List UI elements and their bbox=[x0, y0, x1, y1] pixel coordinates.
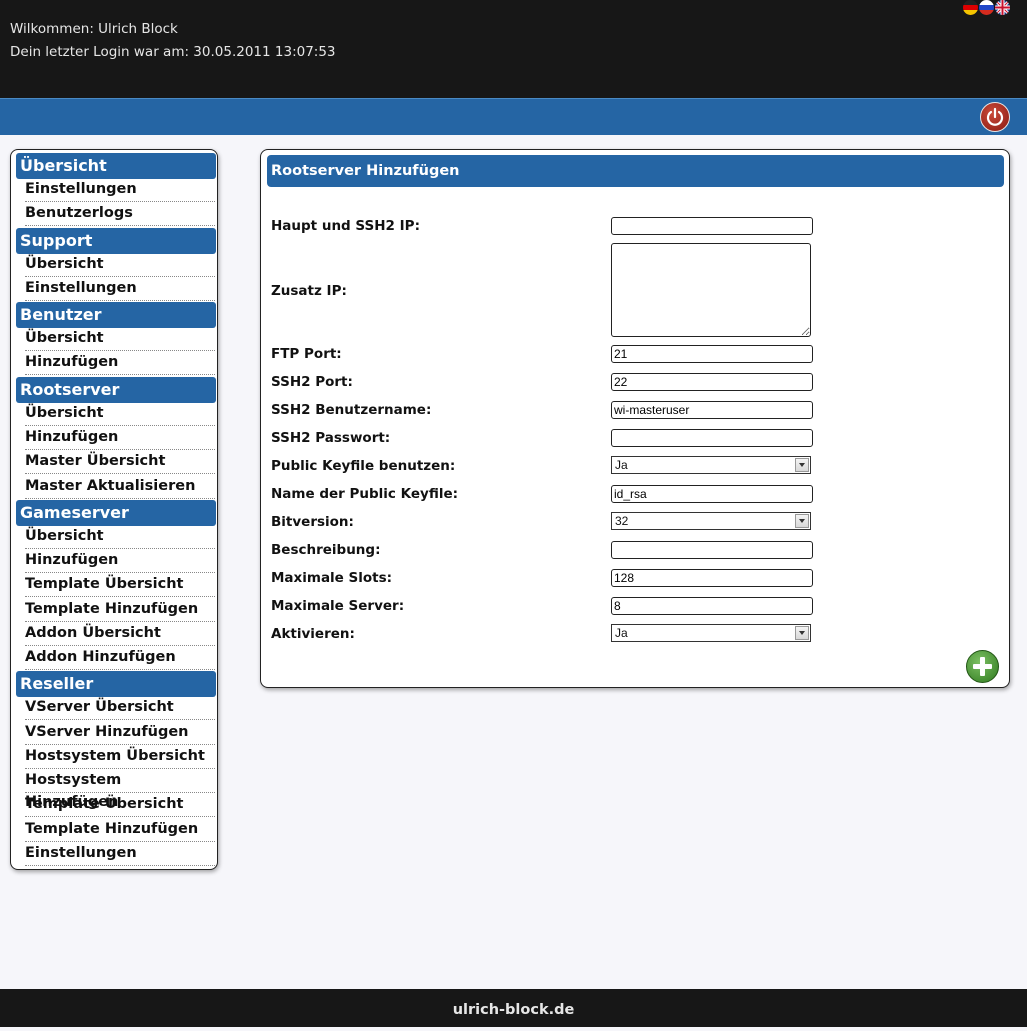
sidebar-item[interactable]: Einstellungen bbox=[25, 277, 215, 301]
nav-heading[interactable]: Benutzer bbox=[16, 302, 216, 328]
field-label: SSH2 Benutzername: bbox=[271, 402, 432, 418]
sidebar-item[interactable]: VServer Übersicht bbox=[25, 696, 215, 720]
field-label: SSH2 Passwort: bbox=[271, 430, 391, 446]
field-label: Public Keyfile benutzen: bbox=[271, 458, 456, 474]
add-icon[interactable] bbox=[966, 650, 999, 683]
sidebar-item[interactable]: Hostsystem Übersicht bbox=[25, 745, 215, 769]
footer: ulrich-block.de bbox=[0, 989, 1027, 1027]
select-value: Ja bbox=[615, 458, 628, 472]
chevron-down-icon[interactable] bbox=[795, 514, 809, 528]
field-input[interactable] bbox=[611, 485, 813, 503]
field-input[interactable] bbox=[611, 401, 813, 419]
sidebar-nav: Übersicht Einstellungen Benutzerlogs Suppor… bbox=[10, 149, 218, 870]
field-select[interactable]: Ja bbox=[611, 456, 811, 474]
ru-flag-icon[interactable] bbox=[979, 0, 994, 15]
field-input[interactable] bbox=[611, 597, 813, 615]
sidebar-item[interactable]: Einstellungen bbox=[25, 842, 215, 866]
field-input[interactable] bbox=[611, 541, 813, 559]
nav-heading[interactable]: Support bbox=[16, 228, 216, 254]
sidebar-item[interactable]: Übersicht bbox=[25, 402, 215, 426]
sidebar-item[interactable]: Hinzufügen bbox=[25, 351, 215, 375]
last-login-text: Dein letzter Login war am: 30.05.2011 13… bbox=[10, 44, 336, 60]
field-label: Bitversion: bbox=[271, 514, 354, 530]
zusatz-ip-textarea[interactable] bbox=[611, 243, 811, 337]
field-label: Name der Public Keyfile: bbox=[271, 486, 459, 502]
field-label: FTP Port: bbox=[271, 346, 342, 362]
sidebar-item[interactable]: Übersicht bbox=[25, 253, 215, 277]
sidebar-item[interactable]: Template Hinzufügen bbox=[25, 818, 215, 842]
welcome-text: Wilkommen: Ulrich Block bbox=[10, 21, 178, 37]
form-panel: Rootserver Hinzufügen Haupt und SSH2 IP:… bbox=[260, 149, 1010, 688]
field-select[interactable]: Ja bbox=[611, 624, 811, 642]
top-bar: Wilkommen: Ulrich Block Dein letzter Log… bbox=[0, 0, 1027, 98]
field-input[interactable] bbox=[611, 345, 813, 363]
field-label: Haupt und SSH2 IP: bbox=[271, 218, 420, 234]
sidebar-item[interactable]: Master Aktualisieren bbox=[25, 475, 215, 499]
field-select[interactable]: 32 bbox=[611, 512, 811, 530]
form-title: Rootserver Hinzufügen bbox=[267, 155, 1004, 187]
uk-flag-icon[interactable] bbox=[995, 0, 1010, 15]
sidebar-item[interactable]: Template Hinzufügen bbox=[25, 598, 215, 622]
field-input[interactable] bbox=[611, 429, 813, 447]
field-input[interactable] bbox=[611, 569, 813, 587]
footer-text: ulrich-block.de bbox=[452, 1002, 575, 1018]
field-label: Aktivieren: bbox=[271, 626, 355, 642]
sidebar-item[interactable]: Übersicht bbox=[25, 327, 215, 351]
field-input[interactable] bbox=[611, 217, 813, 235]
de-flag-icon[interactable] bbox=[963, 0, 978, 15]
sidebar-item[interactable]: Template Übersicht bbox=[25, 573, 215, 597]
toolbar bbox=[0, 98, 1027, 135]
sidebar-item[interactable]: Hostsystem Hinzufügen bbox=[25, 769, 215, 810]
nav-heading[interactable]: Rootserver bbox=[16, 377, 216, 403]
sidebar-item[interactable]: Addon Hinzufügen bbox=[25, 646, 215, 670]
field-label: SSH2 Port: bbox=[271, 374, 353, 390]
chevron-down-icon[interactable] bbox=[795, 458, 809, 472]
chevron-down-icon[interactable] bbox=[795, 626, 809, 640]
power-icon[interactable] bbox=[980, 102, 1010, 132]
field-label: Maximale Slots: bbox=[271, 570, 393, 586]
sidebar-item[interactable]: Hinzufügen bbox=[25, 549, 215, 573]
sidebar-item[interactable]: Template Übersicht bbox=[25, 793, 215, 817]
field-label: Maximale Server: bbox=[271, 598, 405, 614]
field-input[interactable] bbox=[611, 373, 813, 391]
sidebar-item[interactable]: Einstellungen bbox=[25, 178, 215, 202]
sidebar-item[interactable]: Master Übersicht bbox=[25, 450, 215, 474]
nav-heading[interactable]: Übersicht bbox=[16, 153, 216, 179]
field-label: Beschreibung: bbox=[271, 542, 381, 558]
field-label: Zusatz IP: bbox=[271, 283, 347, 299]
language-flags bbox=[963, 0, 1010, 15]
nav-heading[interactable]: Gameserver bbox=[16, 500, 216, 526]
sidebar-item[interactable]: VServer Hinzufügen bbox=[25, 721, 215, 745]
sidebar-item[interactable]: Übersicht bbox=[25, 525, 215, 549]
sidebar-item[interactable]: Benutzerlogs bbox=[25, 202, 215, 226]
sidebar-item[interactable]: Hinzufügen bbox=[25, 426, 215, 450]
select-value: Ja bbox=[615, 626, 628, 640]
select-value: 32 bbox=[615, 514, 629, 528]
nav-heading[interactable]: Reseller bbox=[16, 671, 216, 697]
sidebar-item[interactable]: Addon Übersicht bbox=[25, 622, 215, 646]
